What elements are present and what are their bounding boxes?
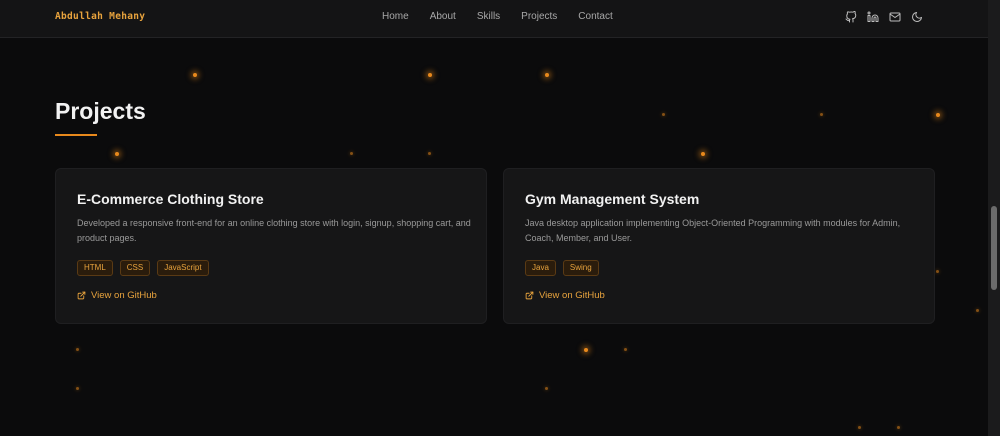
particle [428,152,431,155]
project-card: Gym Management System Java desktop appli… [503,168,935,324]
particle [76,348,79,351]
external-link-icon [77,291,86,300]
particle [545,73,549,77]
particle [936,270,939,273]
particle [545,387,548,390]
tech-tag: JavaScript [157,260,209,276]
section-title: Projects [55,98,146,124]
particle [662,113,665,116]
particle [701,152,705,156]
particle [976,309,979,312]
github-link-label: View on GitHub [91,290,157,301]
nav-link-about[interactable]: About [430,11,456,22]
tech-tag: Java [525,260,556,276]
particle [428,73,432,77]
tech-tag: CSS [119,260,151,276]
tech-tag: HTML [77,260,113,276]
project-card: E-Commerce Clothing Store Developed a re… [55,168,487,324]
github-link-label: View on GitHub [539,290,605,301]
title-underline [55,134,97,136]
project-description: Developed a responsive front-end for an … [77,218,471,243]
brand-logo[interactable]: Abdullah Mehany [55,11,145,22]
github-link[interactable]: View on GitHub [525,290,605,301]
main-nav: Home About Skills Projects Contact [382,11,634,22]
nav-link-projects[interactable]: Projects [521,11,557,22]
particle [350,152,353,155]
particle [820,113,823,116]
tech-tags: HTML CSS JavaScript [77,260,216,276]
tech-tags: Java Swing [525,260,606,276]
particle [936,113,940,117]
moon-icon[interactable] [911,11,923,23]
particle [584,348,588,352]
project-title: E-Commerce Clothing Store [77,191,264,207]
header-icons [845,11,933,23]
project-title: Gym Management System [525,191,700,207]
mail-icon[interactable] [889,11,901,23]
particle [897,426,900,429]
linkedin-icon[interactable] [867,11,879,23]
particle [76,387,79,390]
particle [193,73,197,77]
scrollbar[interactable] [988,0,1000,436]
tech-tag: Swing [562,260,599,276]
external-link-icon [525,291,534,300]
scrollbar-thumb[interactable] [991,206,997,290]
nav-link-contact[interactable]: Contact [578,11,612,22]
github-icon[interactable] [845,11,857,23]
github-link[interactable]: View on GitHub [77,290,157,301]
top-navbar: Abdullah Mehany Home About Skills Projec… [0,0,988,38]
nav-link-home[interactable]: Home [382,11,409,22]
particle [624,348,627,351]
particle [858,426,861,429]
nav-link-skills[interactable]: Skills [477,11,500,22]
project-description: Java desktop application implementing Ob… [525,218,901,243]
particle [115,152,119,156]
